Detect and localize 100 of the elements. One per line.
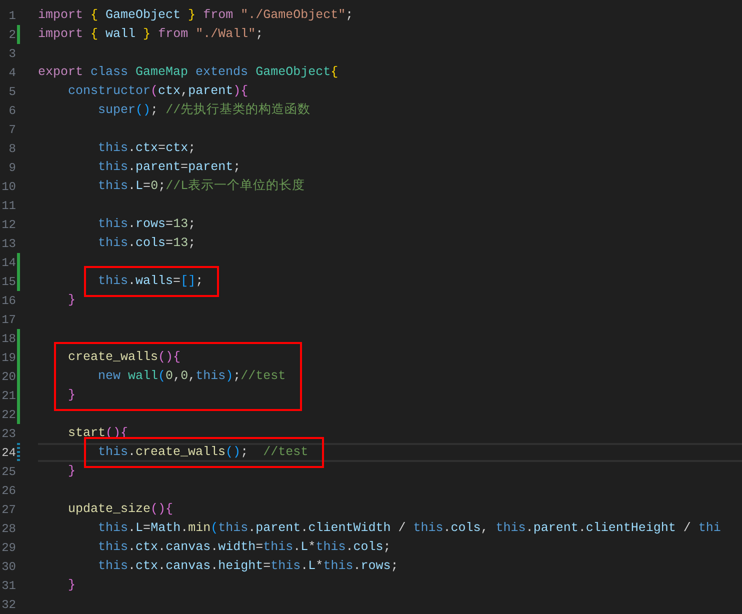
code-token: . — [128, 445, 136, 460]
code-token: this — [323, 559, 354, 574]
code-token: min — [188, 521, 211, 536]
code-token: = — [173, 274, 181, 288]
code-token: = — [256, 540, 264, 554]
line-number: 16 — [2, 294, 16, 306]
code-token: } — [67, 578, 76, 592]
line-number: 17 — [2, 314, 16, 326]
code-token: rows — [136, 217, 166, 232]
code-token: ; — [390, 559, 398, 574]
line-number: 12 — [2, 218, 16, 230]
line-number: 20 — [2, 370, 16, 382]
code-token: super — [97, 103, 136, 118]
code-token: ; — [233, 160, 241, 174]
code-token: . — [158, 540, 166, 554]
code-token: from — [158, 27, 190, 42]
code-token: = — [263, 559, 271, 574]
code-token: this — [270, 559, 301, 574]
code-token: , — [173, 369, 181, 384]
line-number: 18 — [2, 332, 16, 344]
line-number: 8 — [8, 142, 16, 154]
code-token: ; — [383, 540, 391, 554]
code-token: this — [97, 217, 128, 232]
code-token: () — [226, 445, 241, 460]
code-token: start — [67, 426, 106, 440]
code-token: { — [90, 27, 100, 42]
code-token: export — [38, 65, 84, 80]
code-token: ; — [240, 445, 250, 460]
code-token: { — [330, 65, 338, 80]
code-token: walls — [136, 274, 174, 288]
code-token: , — [480, 521, 490, 536]
code-token: L — [136, 521, 144, 536]
code-token: . — [128, 160, 136, 174]
code-token: . — [293, 540, 301, 554]
line-number: 27 — [2, 504, 16, 516]
code-token: ; — [188, 236, 196, 250]
code-token: import — [38, 27, 84, 42]
code-token: . — [128, 540, 136, 554]
code-token: (){ — [150, 502, 174, 516]
code-token: rows — [360, 559, 391, 574]
code-token: ctx — [158, 84, 181, 98]
code-token: "./GameObject" — [240, 8, 346, 22]
code-token: = — [166, 236, 174, 250]
code-token: . — [128, 179, 136, 194]
code-token: constructor — [67, 84, 151, 98]
code-token: . — [248, 521, 256, 536]
code-token: = — [180, 160, 188, 174]
code-token: . — [158, 559, 166, 574]
code-token: cols — [353, 540, 384, 554]
line-number: 25 — [2, 466, 16, 478]
code-token: update_size — [67, 502, 151, 516]
code-token: . — [210, 540, 218, 554]
code-token: } — [188, 8, 197, 22]
code-token: ctx — [136, 559, 158, 574]
code-token: ctx — [166, 141, 188, 156]
code-token: width — [218, 540, 256, 554]
code-token: class — [90, 65, 130, 80]
code-token: canvas — [166, 540, 211, 554]
code-token: 0 — [166, 369, 174, 384]
code-token: ; — [233, 369, 241, 384]
line-number: 6 — [8, 104, 16, 116]
code-token: //L表示一个单位的长度 — [166, 179, 306, 194]
code-token: ; — [158, 179, 166, 194]
code-token: cols — [136, 236, 166, 250]
code-token: parent — [188, 84, 234, 98]
code-token: Math — [150, 521, 181, 536]
code-token: clientHeight — [586, 521, 676, 536]
code-token: this — [97, 559, 128, 574]
line-number: 10 — [2, 180, 16, 192]
line-number: 2 — [8, 28, 16, 40]
code-token: 0 — [180, 369, 188, 384]
code-token: / — [682, 521, 692, 536]
code-token: this — [97, 160, 128, 174]
code-token: . — [128, 141, 136, 156]
line-number: 19 — [2, 352, 16, 364]
code-token: ; — [256, 27, 264, 42]
code-token: this — [196, 369, 226, 384]
code-token: this — [97, 236, 128, 250]
code-token: . — [346, 540, 354, 554]
code-token: GameObject — [256, 65, 331, 80]
code-token: //test — [263, 445, 308, 460]
line-number: 9 — [8, 162, 16, 174]
line-number: 30 — [2, 560, 16, 572]
code-token: this — [97, 540, 128, 554]
code-token: . — [210, 559, 218, 574]
line-number: 26 — [2, 484, 16, 496]
code-token: GameMap — [136, 65, 190, 80]
code-token: parent — [256, 521, 301, 536]
code-token: ctx — [136, 141, 158, 156]
line-number: 21 — [2, 390, 16, 402]
code-token: extends — [196, 65, 250, 80]
code-token: . — [578, 521, 586, 536]
code-token: . — [526, 521, 534, 536]
code-token: ) — [226, 369, 234, 384]
code-token: } — [67, 464, 76, 478]
code-token: , — [180, 84, 188, 98]
code-token: create_walls — [136, 445, 226, 460]
code-token: this — [97, 274, 128, 288]
code-token: cols — [450, 521, 481, 536]
code-token: ; — [188, 141, 196, 156]
